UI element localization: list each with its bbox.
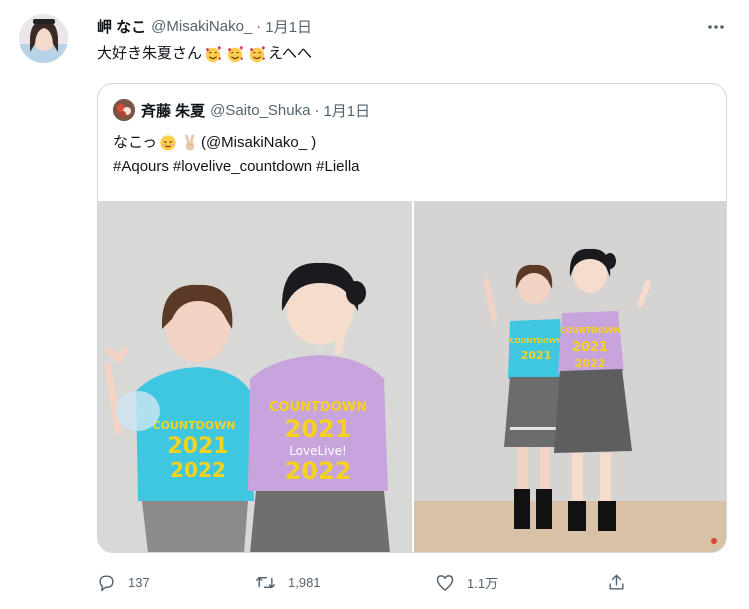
- tweet-text-tail: えへへ: [268, 45, 312, 62]
- quoted-author-display-name[interactable]: 斉藤 朱夏: [141, 100, 205, 121]
- relieved-face-icon: [160, 135, 176, 151]
- retweet-icon: [256, 576, 275, 588]
- quoted-author-handle[interactable]: @Saito_Shuka: [210, 102, 310, 119]
- hashtag-liella[interactable]: #Liella: [316, 155, 359, 179]
- svg-text:2022: 2022: [170, 458, 226, 482]
- quoted-text-line-1: なこっ (@MisakiNako_ ): [113, 131, 364, 155]
- svg-text:LoveLive!: LoveLive!: [289, 444, 347, 458]
- photo-1[interactable]: COUNTDOWN 2021 2022 COUNTDOWN 2021 LoveL…: [98, 201, 412, 552]
- quoted-tweet-date[interactable]: 1月1日: [323, 100, 370, 121]
- retweet-button[interactable]: 1,981: [255, 567, 321, 597]
- svg-text:2021: 2021: [167, 434, 228, 459]
- quoted-tweet-media: COUNTDOWN 2021 2022 COUNTDOWN 2021 LoveL…: [98, 201, 726, 552]
- svg-text:COUNTDOWN: COUNTDOWN: [269, 400, 367, 415]
- like-button[interactable]: 1.1万: [435, 567, 498, 597]
- quoted-author-avatar[interactable]: [113, 99, 135, 121]
- svg-text:2022: 2022: [575, 357, 606, 370]
- quoted-tweet-header: 斉藤 朱夏 @Saito_Shuka · 1月1日: [113, 98, 370, 122]
- quoted-text-main: なこっ: [113, 134, 157, 151]
- svg-text:2021: 2021: [521, 349, 552, 362]
- share-button[interactable]: [607, 567, 638, 597]
- reply-count: 137: [128, 574, 150, 590]
- quoted-tweet[interactable]: 斉藤 朱夏 @Saito_Shuka · 1月1日 なこっ (@MisakiNa…: [97, 83, 727, 553]
- smiling-face-with-hearts-icon: [205, 45, 222, 63]
- author-display-name[interactable]: 岬 なこ: [97, 16, 146, 37]
- hashtag-aqours[interactable]: #Aqours: [113, 155, 169, 179]
- svg-text:COUNTDOWN: COUNTDOWN: [153, 419, 236, 432]
- retweet-count: 1,981: [288, 574, 321, 590]
- svg-text:2022: 2022: [285, 457, 352, 485]
- tweet-date[interactable]: 1月1日: [265, 16, 312, 37]
- smiling-face-with-hearts-icon: [227, 45, 244, 63]
- victory-hand-icon: [185, 134, 195, 151]
- more-options-button[interactable]: [703, 14, 729, 40]
- heart-icon: [436, 574, 454, 591]
- reply-button[interactable]: 137: [97, 567, 150, 597]
- quoted-header-separator: ·: [314, 101, 320, 119]
- reply-icon: [99, 574, 114, 591]
- tweet-text-main: 大好き朱夏さん: [97, 45, 203, 62]
- svg-text:2021: 2021: [572, 340, 608, 355]
- svg-text:COUNTDOWN: COUNTDOWN: [560, 326, 620, 335]
- svg-text:COUNTDOWN: COUNTDOWN: [510, 337, 563, 345]
- author-avatar[interactable]: [19, 14, 68, 63]
- tweet-header: 岬 なこ @MisakiNako_ · 1月1日: [97, 14, 312, 38]
- photo-2[interactable]: COUNTDOWN 2021 COUNTDOWN 2021 2022: [414, 201, 726, 552]
- svg-text:2021: 2021: [285, 415, 352, 443]
- quoted-tweet-text: なこっ (@MisakiNako_ ) #Aqours #lovelive_co…: [113, 131, 364, 179]
- smiling-face-with-hearts-icon: [249, 45, 266, 63]
- share-icon: [609, 574, 624, 590]
- quoted-text-line-2: #Aqours #lovelive_countdown #Liella: [113, 155, 364, 179]
- like-count: 1.1万: [467, 575, 499, 591]
- author-handle[interactable]: @MisakiNako_: [151, 18, 252, 35]
- tweet-action-bar: 137 1,981 1.1万: [97, 567, 637, 597]
- more-icon: [708, 25, 724, 29]
- header-separator: ·: [256, 17, 262, 35]
- tweet-text: 大好き朱夏さん えへへ: [97, 43, 312, 65]
- hashtag-lovelive-countdown[interactable]: #lovelive_countdown: [173, 155, 312, 179]
- quoted-text-mention[interactable]: (@MisakiNako_ ): [201, 131, 316, 155]
